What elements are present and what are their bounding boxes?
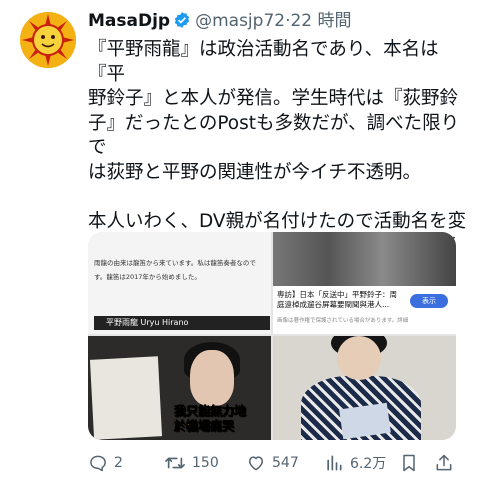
tweet-paragraph-1: 『平野雨龍』は政治活動名であり、本名は『平 野鈴子』と本人が発信。学生時代は『荻…: [88, 39, 460, 183]
like-count: 547: [272, 455, 299, 471]
retweet-button[interactable]: 150: [164, 452, 219, 474]
image-1-bar-text: 平野雨龍 Uryu Hirano: [106, 318, 189, 327]
image-2-view-button: 表示: [410, 294, 448, 308]
views-button[interactable]: 6.2万: [324, 452, 386, 474]
reply-button[interactable]: 2: [88, 452, 123, 474]
sun-face-icon: [20, 12, 76, 68]
media-image-1[interactable]: 雨龍の由来は龍笛から来ています。私は龍笛奏者なので す。龍笛は2017年から始め…: [88, 232, 271, 334]
timestamp[interactable]: 22 時間: [290, 11, 351, 31]
heart-icon: [249, 456, 263, 471]
person-face: [190, 350, 234, 406]
like-button[interactable]: 547: [246, 452, 299, 474]
media-grid: 雨龍の由来は龍笛から来ています。私は龍笛奏者なので す。龍笛は2017年から始め…: [88, 232, 456, 440]
media-image-4[interactable]: [273, 336, 456, 440]
image-3-caption: 我只能無力地 於機場痛哭: [174, 404, 247, 434]
media-image-2[interactable]: 専訪】日本「反送中」平野鈴子：周庭遠棹成遛谷屏幕要閘聞與港人... 表示 画像は…: [273, 232, 456, 334]
media-image-3[interactable]: 我只能無力地 於機場痛哭: [88, 336, 271, 440]
image-2-subtext: 画像は著作権で保護されている場合があります。詳細: [277, 318, 409, 324]
view-count: 6.2万: [350, 456, 387, 472]
retweet-icon: [165, 457, 185, 469]
bookmark-icon: [403, 454, 415, 472]
verified-badge-icon: [173, 11, 191, 35]
share-icon: [436, 454, 452, 471]
views-chart-icon: [327, 455, 342, 471]
reply-count: 2: [114, 455, 123, 471]
retweet-count: 150: [192, 455, 219, 471]
image-1-bar: 平野雨龍 Uryu Hirano: [94, 316, 270, 330]
caption-line-2: 於機場痛哭: [174, 419, 235, 434]
share-button[interactable]: [434, 452, 454, 474]
author-name[interactable]: MasaDjp: [88, 11, 170, 31]
image-2-headline: 専訪】日本「反送中」平野鈴子：周庭遠棹成遛谷屏幕要閘聞與港人...: [277, 290, 397, 309]
document-photo: [89, 356, 163, 440]
reply-icon: [90, 455, 106, 472]
image-1-text: 雨龍の由来は龍笛から来ています。私は龍笛奏者なので す。龍笛は2017年から始め…: [94, 259, 256, 281]
author-avatar[interactable]: [20, 12, 76, 68]
action-bar: 2 150 547 6.2万: [88, 452, 460, 474]
person-face: [337, 336, 381, 380]
author-handle[interactable]: @masjp72: [195, 11, 285, 31]
street-photo: [273, 232, 456, 286]
caption-line-1: 我只能無力地: [174, 404, 247, 419]
bookmark-button[interactable]: [400, 452, 418, 474]
tweet-header: MasaDjp @masjp72·22 時間: [88, 10, 352, 35]
